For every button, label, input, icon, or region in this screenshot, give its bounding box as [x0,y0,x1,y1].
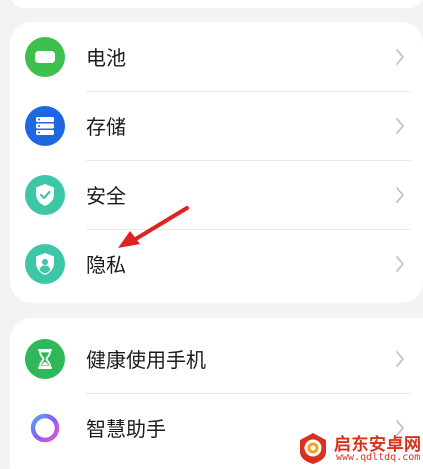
settings-item-health-usage[interactable]: 健康使用手机 [10,324,423,393]
previous-card-edge [10,0,423,8]
privacy-shield-icon [25,243,65,284]
chevron-right-icon [396,48,404,65]
hourglass-icon [25,338,65,379]
settings-item-battery[interactable]: 电池 [10,22,423,91]
shield-check-icon [25,174,65,215]
settings-item-privacy[interactable]: 隐私 [10,229,423,298]
settings-item-label: 电池 [86,46,126,70]
chevron-right-icon [396,350,404,367]
storage-icon [25,105,65,146]
battery-icon [25,36,65,77]
watermark-logo-icon [300,433,326,464]
site-watermark: 启东安卓网 www.qdltdq.com [296,430,423,469]
assistant-ring-icon [25,407,65,448]
divider [86,91,411,92]
chevron-right-icon [396,186,404,203]
settings-item-security[interactable]: 安全 [10,160,423,229]
chevron-right-icon [396,255,404,272]
settings-item-label: 智慧助手 [86,417,166,441]
settings-item-label: 健康使用手机 [86,348,206,372]
settings-group-device: 电池 存储 安全 隐私 [10,22,423,303]
settings-item-storage[interactable]: 存储 [10,91,423,160]
watermark-url: www.qdltdq.com [336,452,421,463]
settings-item-label: 存储 [86,115,126,139]
divider [86,160,411,161]
divider [86,393,411,394]
chevron-right-icon [396,117,404,134]
red-pointer-arrow-annotation [118,206,189,248]
